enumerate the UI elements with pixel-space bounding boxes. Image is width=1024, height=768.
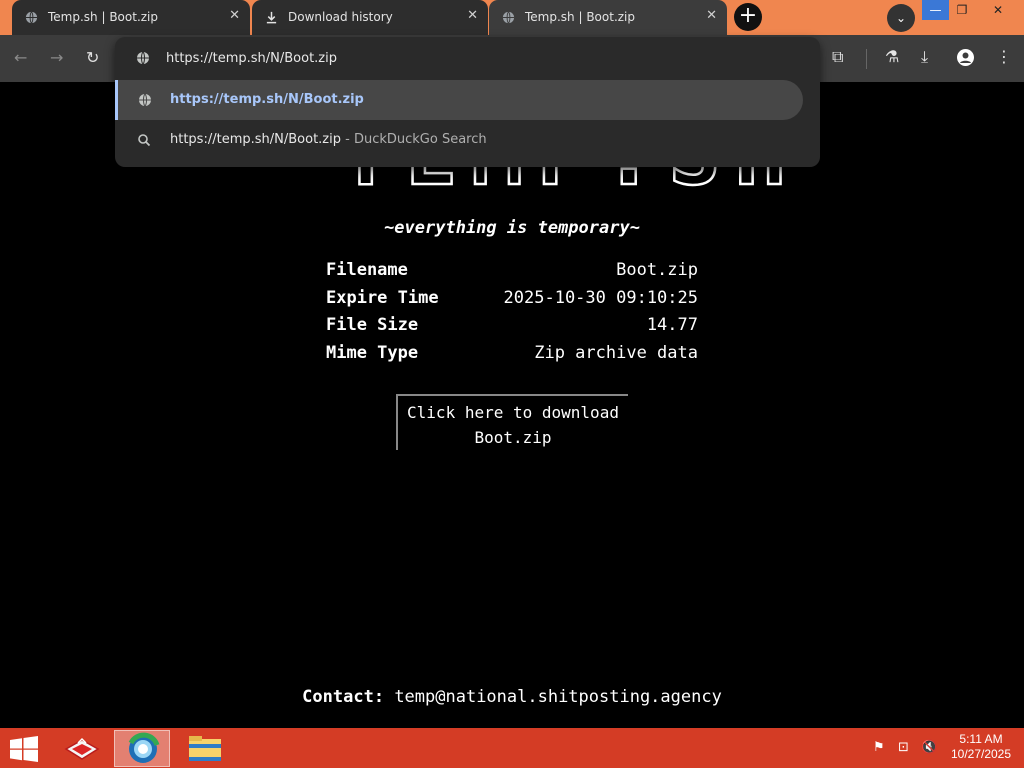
close-window-button[interactable]: ✕ [975, 0, 1021, 20]
info-value: Zip archive data [534, 342, 698, 363]
info-value: 2025-10-30 09:10:25 [503, 287, 698, 308]
profile-avatar-icon[interactable] [957, 49, 974, 66]
address-bar[interactable]: https://temp.sh/N/Boot.zip [115, 37, 820, 79]
suggestion-query: https://temp.sh/N/Boot.zip [170, 132, 341, 147]
info-row-mime-type: Mime Type Zip archive data [326, 343, 698, 371]
system-clock[interactable]: 5:11 AM 10/27/2025 [945, 732, 1017, 762]
tab-close-icon[interactable]: ✕ [467, 8, 478, 23]
clock-date: 10/27/2025 [950, 747, 1012, 761]
globe-icon [139, 93, 151, 107]
tab-title: Temp.sh | Boot.zip [525, 10, 636, 24]
download-icon [266, 11, 277, 24]
tab-title: Temp.sh | Boot.zip [48, 10, 159, 24]
volume-muted-icon[interactable]: 🔇 [921, 740, 937, 755]
windows-taskbar: ⚑ ⊡ 🔇 5:11 AM 10/27/2025 [0, 728, 1024, 768]
tab-temp-sh-active[interactable]: Temp.sh | Boot.zip ✕ [489, 0, 727, 35]
web-page: TEMP.SH ~everything is temporary~ Filena… [0, 82, 1024, 728]
info-value: 14.77 [646, 315, 698, 335]
downloads-icon[interactable]: ⤓ [921, 47, 928, 67]
taskbar-app-file-explorer-icon[interactable] [177, 730, 233, 767]
restore-button[interactable]: ❐ [951, 0, 973, 20]
suggestion-search[interactable]: https://temp.sh/N/Boot.zip - DuckDuckGo … [115, 120, 803, 160]
contact-label: Contact: [302, 687, 385, 707]
info-row-file-size: File Size 14.77 [326, 315, 698, 343]
suggestion-text: https://temp.sh/N/Boot.zip [170, 92, 364, 107]
toolbar-divider [866, 49, 867, 69]
download-line-2: Boot.zip [474, 428, 552, 447]
search-icon [138, 134, 151, 147]
omnibox-dropdown: https://temp.sh/N/Boot.zip https://temp.… [115, 37, 820, 167]
tab-title: Download history [288, 10, 393, 24]
globe-icon [502, 11, 515, 24]
action-center-flag-icon[interactable]: ⚑ [873, 740, 885, 755]
taskbar-app-toolbox-icon[interactable] [54, 730, 110, 767]
tab-download-history[interactable]: Download history ✕ [252, 0, 488, 35]
contact-email-link[interactable]: temp@national.shitposting.agency [394, 687, 722, 707]
suggestion-engine: - DuckDuckGo Search [340, 132, 487, 147]
suggestion-text: https://temp.sh/N/Boot.zip - DuckDuckGo … [170, 132, 487, 147]
tab-search-chevron-icon[interactable]: ⌄ [887, 4, 915, 32]
file-info-table: Filename Boot.zip Expire Time 2025-10-30… [326, 260, 698, 370]
info-label: Mime Type [326, 342, 419, 363]
forward-arrow-icon[interactable]: → [50, 48, 63, 67]
download-button[interactable]: Click here to download Boot.zip [396, 394, 628, 450]
tab-close-icon[interactable]: ✕ [706, 8, 717, 23]
info-value: Boot.zip [616, 260, 698, 280]
minimize-button[interactable]: — [922, 0, 949, 20]
taskbar-app-browser-icon[interactable] [114, 730, 170, 767]
site-info-icon[interactable] [136, 51, 150, 65]
contact-line: Contact: temp@national.shitposting.agenc… [0, 687, 1024, 707]
tab-close-icon[interactable]: ✕ [229, 8, 240, 23]
network-icon[interactable]: ⊡ [898, 740, 909, 755]
download-line-1: Click here to download [407, 403, 619, 422]
browser-title-bar: Temp.sh | Boot.zip ✕ Download history ✕ … [0, 0, 1024, 35]
info-label: File Size [326, 315, 419, 335]
back-arrow-icon[interactable]: ← [14, 48, 27, 67]
menu-kebab-icon[interactable]: ⋮ [996, 47, 1012, 66]
info-row-filename: Filename Boot.zip [326, 260, 698, 288]
url-text[interactable]: https://temp.sh/N/Boot.zip [166, 51, 337, 66]
labs-flask-icon[interactable]: ⚗ [885, 47, 899, 66]
start-windows-icon[interactable] [8, 736, 40, 762]
info-row-expire-time: Expire Time 2025-10-30 09:10:25 [326, 288, 698, 316]
tagline: ~everything is temporary~ [384, 218, 640, 238]
info-label: Expire Time [326, 287, 439, 308]
extensions-puzzle-icon[interactable]: ⧉ [832, 47, 843, 67]
suggestion-url[interactable]: https://temp.sh/N/Boot.zip [115, 80, 803, 120]
tab-temp-sh-1[interactable]: Temp.sh | Boot.zip ✕ [12, 0, 250, 35]
clock-time: 5:11 AM [959, 732, 1003, 746]
reload-icon[interactable]: ↻ [86, 48, 99, 67]
new-tab-button[interactable]: + [734, 3, 762, 31]
info-label: Filename [326, 260, 408, 280]
globe-icon [25, 11, 38, 24]
